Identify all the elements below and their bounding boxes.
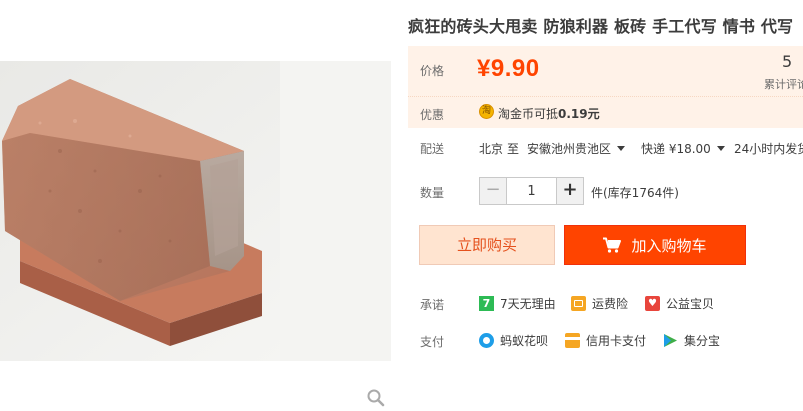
delivery-label: 配送 (420, 142, 445, 156)
quantity-stepper: − + (479, 177, 584, 205)
promise-item-7day[interactable]: 7 7天无理由 (479, 295, 556, 312)
promise-item-insurance[interactable]: 运费险 (571, 295, 628, 312)
ship-from: 北京 (479, 142, 504, 156)
charity-icon: ♥ (645, 296, 660, 311)
brick-photo (0, 61, 391, 361)
promo-label: 优惠 (420, 108, 445, 122)
delivery-row: 配送 北京 至 安徽池州贵池区 快递 ¥18.00 24小时内发货 (408, 128, 803, 166)
seven-day-return-icon: 7 (479, 296, 494, 311)
payment-item-huabei[interactable]: 蚂蚁花呗 (479, 332, 548, 349)
magnifier-icon[interactable] (366, 388, 386, 408)
quantity-input[interactable] (507, 178, 556, 204)
price-label: 价格 (420, 64, 445, 78)
stock-text: 件(库存1764件) (591, 186, 679, 200)
price-panel: 价格 ¥9.90 5 累计评论 (408, 46, 803, 96)
jifenbao-icon (663, 333, 678, 348)
taobao-coin-icon: 淘 (479, 104, 494, 119)
payment-row: 支付 蚂蚁花呗 信用卡支付 集分宝 (408, 328, 803, 352)
promise-item-charity[interactable]: ♥ 公益宝贝 (645, 295, 714, 312)
quantity-decrease-button[interactable]: − (480, 178, 507, 204)
huabei-icon (479, 333, 494, 348)
payment-label: 支付 (420, 335, 445, 349)
promo-text: 淘金币可抵0.19元 (498, 107, 600, 121)
quantity-increase-button[interactable]: + (556, 178, 583, 204)
payment-item-jifenbao[interactable]: 集分宝 (663, 332, 720, 349)
chevron-down-icon (617, 146, 626, 151)
express-select[interactable]: 快递 ¥18.00 (641, 140, 725, 157)
ship-time: 24小时内发货 (734, 142, 803, 156)
cart-icon (603, 237, 622, 253)
add-to-cart-button[interactable]: 加入购物车 (564, 225, 746, 265)
quantity-label: 数量 (420, 186, 445, 200)
add-to-cart-label: 加入购物车 (631, 236, 707, 255)
quantity-row: 数量 − + 件(库存1764件) (408, 170, 803, 210)
review-count[interactable]: 5 (782, 52, 792, 71)
promo-panel: 优惠 淘 淘金币可抵0.19元 (408, 96, 803, 128)
promise-label: 承诺 (420, 298, 445, 312)
destination-select[interactable]: 安徽池州贵池区 (527, 140, 626, 157)
ship-to-word: 至 (507, 142, 520, 156)
product-image[interactable] (0, 61, 391, 361)
chevron-down-icon (716, 146, 725, 151)
promise-row: 承诺 7 7天无理由 运费险 ♥ 公益宝贝 (408, 291, 803, 315)
payment-item-credit-card[interactable]: 信用卡支付 (565, 332, 646, 349)
buy-now-button[interactable]: 立即购买 (419, 225, 555, 265)
shipping-insurance-icon (571, 296, 586, 311)
price-value: ¥9.90 (477, 55, 540, 82)
credit-card-icon (565, 333, 580, 348)
product-title: 疯狂的砖头大甩卖 防狼利器 板砖 手工代写 情书 代写 (408, 17, 794, 36)
review-label[interactable]: 累计评论 (764, 76, 803, 92)
